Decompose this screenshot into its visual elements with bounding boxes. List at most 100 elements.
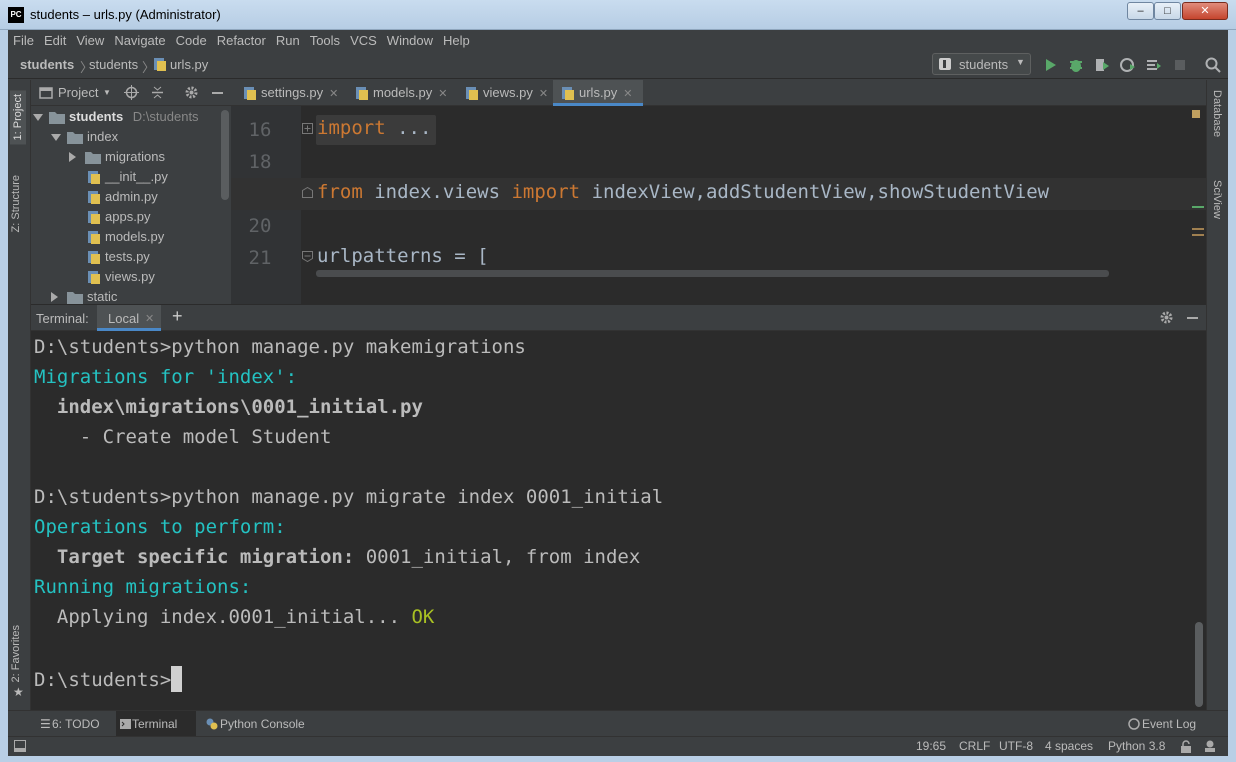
profile-icon[interactable] [1119,56,1137,74]
tool-tab-structure[interactable]: Z: Structure [10,175,22,232]
terminal-prompt-line[interactable]: D:\students> [34,666,183,692]
hide-panel-icon[interactable] [210,85,225,100]
chevron-down-icon[interactable]: ▼ [103,88,111,97]
menu-refactor[interactable]: Refactor [212,30,271,49]
terminal-tab-local[interactable]: Local ✕ [97,305,161,331]
terminal-line: - Create model Student [34,426,332,448]
tree-file[interactable]: models.py [87,227,164,247]
close-button[interactable]: ✕ [1182,2,1228,20]
minimize-button[interactable]: ‒ [1127,2,1154,20]
code-line-21: urlpatterns = [ [317,245,489,267]
stop-icon[interactable] [1171,56,1189,74]
tool-tab-favorites[interactable]: 2: Favorites [10,625,22,682]
indent-setting[interactable]: 4 spaces [1045,737,1093,756]
close-tab-icon[interactable]: ✕ [329,88,338,100]
lock-icon[interactable] [1180,740,1192,759]
toggle-tool-windows-icon[interactable] [14,740,26,759]
project-tree-scrollbar[interactable] [221,110,229,200]
collapsed-arrow-icon[interactable] [51,292,58,302]
search-icon[interactable] [1204,56,1222,74]
tree-file[interactable]: __init__.py [87,167,168,187]
tab-models-py[interactable]: models.py ✕ [347,80,455,106]
project-view-icon [39,86,53,100]
tool-tab-terminal[interactable]: Terminal [116,711,196,737]
caret-position[interactable]: 19:65 [916,737,946,756]
hide-panel-icon[interactable] [1185,310,1200,325]
right-tool-stripe: Database SciView [1206,80,1228,710]
keyword: import [511,181,581,203]
close-tab-icon[interactable]: ✕ [539,88,548,100]
menu-file[interactable]: File [8,30,39,49]
terminal-scrollbar[interactable] [1195,622,1203,707]
tab-urls-py[interactable]: urls.py ✕ [553,80,643,106]
collapsed-arrow-icon[interactable] [69,152,76,162]
collapse-all-icon[interactable] [150,85,165,100]
file-encoding[interactable]: UTF-8 [999,737,1033,756]
terminal-cursor [171,666,183,692]
tool-tab-python-console[interactable]: Python Console [204,711,316,737]
tree-label: admin.py [105,189,158,204]
tree-node-index[interactable]: index [51,127,118,147]
tree-file[interactable]: admin.py [87,187,158,207]
tool-tab-event-log[interactable]: Event Log [1126,711,1216,737]
breadcrumb-project[interactable]: students [20,57,74,72]
breadcrumb-file[interactable]: urls.py [170,57,208,72]
terminal-text: Target specific migration: [34,546,355,568]
tree-file[interactable]: apps.py [87,207,151,227]
new-terminal-tab-button[interactable]: + [172,306,183,327]
terminal-output[interactable]: D:\students>python manage.py makemigrati… [31,331,1206,710]
editor-horizontal-scrollbar[interactable] [316,270,1109,277]
tree-file[interactable]: views.py [87,267,155,287]
tool-tab-database[interactable]: Database [1211,90,1223,137]
run-icon[interactable] [1041,56,1059,74]
menu-code[interactable]: Code [171,30,212,49]
python-file-icon [87,170,101,185]
tool-tab-sciview[interactable]: SciView [1211,180,1223,219]
fold-marker-icon[interactable] [302,187,313,198]
terminal-text: Applying index.0001_initial... [34,606,401,628]
debug-icon[interactable] [1067,56,1085,74]
tab-settings-py[interactable]: settings.py ✕ [235,80,345,106]
coverage-icon[interactable] [1093,56,1111,74]
tree-node-migrations[interactable]: migrations [69,147,165,167]
tree-file[interactable]: tests.py [87,247,150,267]
menu-help[interactable]: Help [438,30,475,49]
keyword: from [317,181,363,203]
line-separator[interactable]: CRLF [959,737,990,756]
run-config-label: students [959,57,1009,72]
run-configuration-select[interactable]: students ▼ [932,53,1031,75]
python-interpreter[interactable]: Python 3.8 [1108,737,1165,756]
close-tab-icon[interactable]: ✕ [623,88,632,100]
menu-edit[interactable]: Edit [39,30,71,49]
build-icon[interactable] [1145,56,1163,74]
tab-views-py[interactable]: views.py ✕ [457,80,553,106]
inspection-indicator-icon[interactable] [1192,110,1200,118]
breadcrumb-folder[interactable]: students [89,57,138,72]
tree-node-static[interactable]: static [51,287,117,304]
gear-icon[interactable] [1159,310,1174,325]
close-tab-icon[interactable]: ✕ [438,88,447,100]
locate-icon[interactable] [124,85,139,100]
django-config-icon [939,58,951,70]
menu-run[interactable]: Run [271,30,305,49]
python-console-icon [206,718,218,730]
menu-navigate[interactable]: Navigate [109,30,170,49]
menu-window[interactable]: Window [382,30,438,49]
tool-tab-project[interactable]: 1: Project [10,90,26,145]
menu-view[interactable]: View [71,30,109,49]
gear-icon[interactable] [184,85,199,100]
fold-marker-icon[interactable] [302,251,313,262]
menu-tools[interactable]: Tools [305,30,345,49]
project-view-selector[interactable]: Project [58,85,98,100]
menu-vcs[interactable]: VCS [345,30,382,49]
tree-node-root[interactable]: students D:\students [33,107,199,127]
folder-icon [67,291,83,304]
tool-tab-todo[interactable]: ☰ 6: TODO [36,711,116,737]
close-tab-icon[interactable]: ✕ [145,312,154,325]
inspector-icon[interactable] [1203,739,1217,758]
fold-plus-icon[interactable] [302,123,313,134]
expand-arrow-icon[interactable] [33,114,43,121]
expand-arrow-icon[interactable] [51,134,61,141]
maximize-button[interactable]: □ [1154,2,1181,20]
terminal-line: Migrations for 'index': [34,366,298,388]
